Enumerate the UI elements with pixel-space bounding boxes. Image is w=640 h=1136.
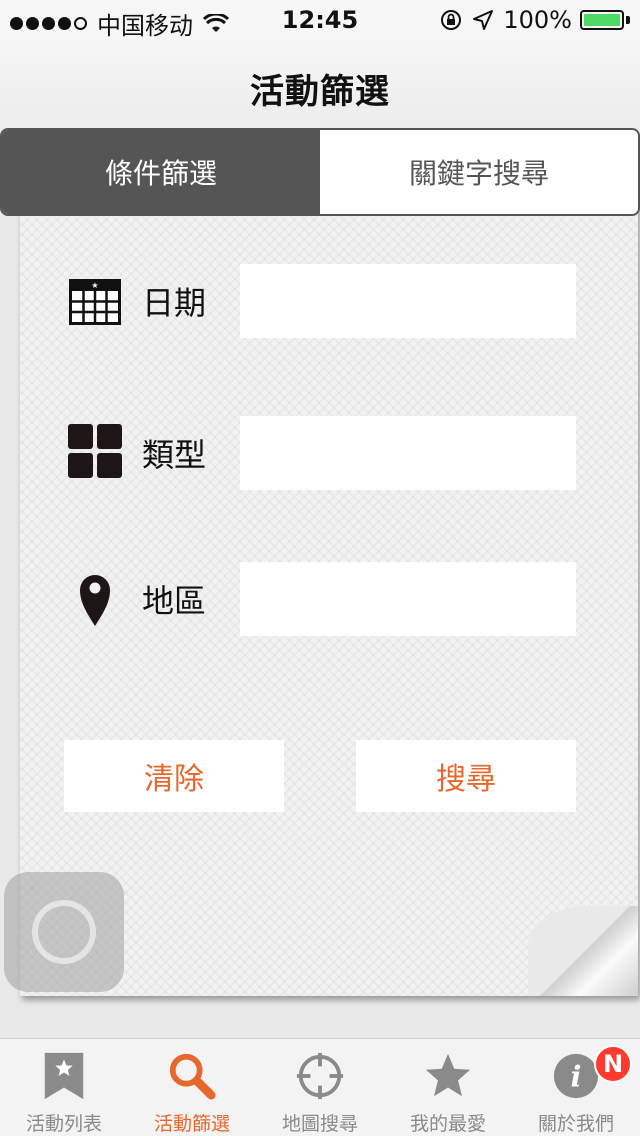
status-right: 100%	[439, 6, 630, 34]
tab-label: 活動列表	[25, 1113, 102, 1135]
region-field[interactable]	[240, 562, 576, 636]
page-title: 活動篩選	[250, 72, 390, 112]
tab-label: 關於我們	[537, 1113, 614, 1135]
tab-event-list[interactable]: 活動列表	[0, 1039, 128, 1136]
crosshair-icon	[296, 1052, 344, 1100]
region-field-row: 地區	[20, 562, 638, 638]
star-icon	[425, 1053, 471, 1097]
tab-favorites[interactable]: 我的最愛	[384, 1039, 512, 1136]
filter-mode-segmented-control: 條件篩選 關鍵字搜尋	[0, 128, 640, 216]
tab-condition-filter[interactable]: 條件篩選	[2, 130, 320, 214]
category-field[interactable]	[240, 416, 576, 490]
location-arrow-icon	[473, 10, 494, 30]
battery-icon	[580, 8, 630, 32]
svg-text:★: ★	[91, 281, 98, 290]
tab-keyword-search[interactable]: 關鍵字搜尋	[320, 130, 638, 214]
map-pin-icon	[80, 575, 110, 626]
assistive-touch-button[interactable]	[4, 872, 124, 992]
category-label: 類型	[142, 436, 207, 474]
svg-text:i: i	[571, 1060, 582, 1094]
date-field[interactable]	[240, 264, 576, 338]
rotation-lock-icon	[441, 10, 462, 30]
tab-event-filter[interactable]: 活動篩選	[128, 1039, 256, 1136]
tab-label: 活動篩選	[153, 1113, 230, 1135]
tab-about-us[interactable]: i 關於我們 N	[512, 1039, 640, 1136]
tab-bar: 活動列表 活動篩選 地圖搜尋 我的最愛 i 關於我們 N	[0, 1038, 640, 1136]
assistive-touch-circle-icon	[32, 900, 96, 964]
navigation-bar: 活動篩選	[0, 40, 640, 128]
page-curl-decoration	[528, 906, 638, 996]
region-label: 地區	[142, 582, 207, 620]
date-field-row: ★ 日期	[20, 264, 638, 340]
battery-percent: 100%	[503, 6, 572, 34]
search-button[interactable]: 搜尋	[356, 740, 576, 812]
notification-badge: N	[594, 1045, 632, 1083]
category-field-row: 類型	[20, 416, 638, 492]
date-label: 日期	[142, 284, 207, 322]
grid-icon	[68, 424, 122, 478]
search-icon	[169, 1053, 216, 1100]
clear-button[interactable]: 清除	[64, 740, 284, 812]
tab-label: 地圖搜尋	[281, 1113, 358, 1135]
tab-label: 我的最愛	[409, 1113, 486, 1135]
status-bar: 中国移动 12:45 100%	[0, 0, 640, 40]
bookmark-star-icon	[44, 1052, 84, 1100]
calendar-icon: ★	[69, 279, 121, 325]
tab-map-search[interactable]: 地圖搜尋	[256, 1039, 384, 1136]
